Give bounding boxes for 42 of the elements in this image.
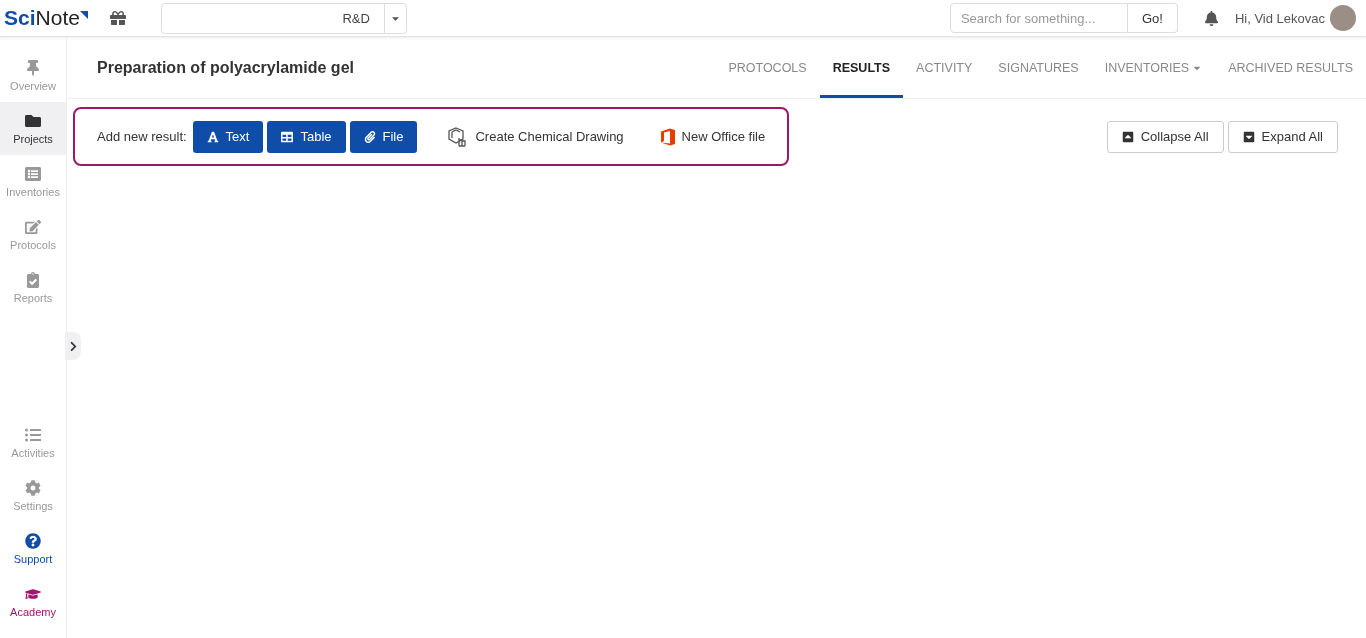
bell-icon[interactable] xyxy=(1203,10,1219,26)
tab[interactable]: SIGNATURES xyxy=(985,37,1092,98)
sidebar-icon xyxy=(25,165,41,182)
scinote-logo[interactable]: SciNote xyxy=(4,6,88,30)
table-icon xyxy=(281,130,294,143)
page-title: Preparation of polyacrylamide gel xyxy=(97,58,355,77)
tab[interactable]: ARCHIVED RESULTS xyxy=(1215,37,1366,98)
sidebar-icon xyxy=(25,59,41,76)
add-result-button[interactable]: File xyxy=(349,120,418,153)
add-result-link[interactable]: Create Chemical Drawing xyxy=(441,124,630,149)
font-icon xyxy=(206,130,219,143)
sidebar-icon xyxy=(25,426,41,443)
sidebar-item[interactable]: Academy xyxy=(0,575,66,628)
office-icon xyxy=(659,127,676,146)
caret-down-icon xyxy=(1242,130,1255,143)
team-name: R&D xyxy=(341,10,371,26)
sidebar-icon xyxy=(25,271,41,288)
avatar[interactable] xyxy=(1330,5,1356,31)
search-field[interactable]: Search for something... xyxy=(949,3,1128,33)
user-greeting[interactable]: Hi, Vid Lekovac xyxy=(1234,10,1325,26)
tab[interactable]: ACTIVITY xyxy=(903,37,986,98)
tab[interactable]: INVENTORIES xyxy=(1091,37,1216,98)
sidebar-icon xyxy=(25,479,41,496)
add-result-button[interactable]: Table xyxy=(267,120,346,153)
tab[interactable]: RESULTS xyxy=(819,37,904,98)
sidebar-item[interactable]: Support xyxy=(0,522,66,575)
sidebar-icon xyxy=(25,532,41,549)
add-result-link[interactable]: New Office file xyxy=(653,126,772,147)
add-result-button[interactable]: Text xyxy=(192,120,264,153)
add-result-label: Add new result: xyxy=(97,129,187,144)
collapse-expand-button[interactable]: Expand All xyxy=(1227,120,1338,153)
collapse-expand-button[interactable]: Collapse All xyxy=(1106,120,1224,153)
expand-sidebar-button[interactable] xyxy=(65,332,81,360)
gift-icon[interactable] xyxy=(109,10,126,26)
go-button[interactable]: Go! xyxy=(1127,3,1178,33)
paperclip-icon xyxy=(363,130,376,143)
team-selector[interactable]: R&D xyxy=(160,2,407,34)
sidebar-icon xyxy=(25,112,41,129)
sidebar-icon xyxy=(25,218,41,235)
sidebar-item[interactable]: Projects xyxy=(0,102,66,155)
caret-up-icon xyxy=(1121,130,1134,143)
tab[interactable]: PROTOCOLS xyxy=(715,37,820,98)
